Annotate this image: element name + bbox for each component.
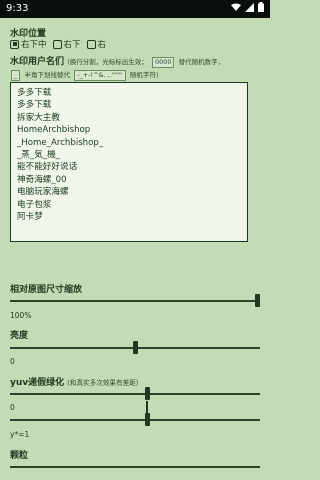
wifi-icon xyxy=(231,3,241,11)
slider-thumb[interactable] xyxy=(255,294,260,307)
watermark-names-hint-row: _ 半角下划线替代 -_+-!^&. ,."""' 随机字符) xyxy=(10,70,262,81)
battery-icon xyxy=(258,2,264,12)
scale-slider-value: 100% xyxy=(10,311,32,320)
status-bar: 9:33 xyxy=(0,0,270,18)
textarea-line: 多多下载 xyxy=(17,88,52,98)
radio-label: 右下中 xyxy=(21,40,47,50)
radio-label: 右 xyxy=(97,40,107,50)
slider-track xyxy=(10,393,260,395)
yuv-slider-note: (和真实多次效果有差距) xyxy=(67,379,139,387)
radio-right[interactable]: 右 xyxy=(86,38,107,50)
textarea-line: 拆家大主教 xyxy=(17,112,60,123)
slider-thumb[interactable] xyxy=(132,341,138,354)
yuv-slider[interactable] xyxy=(10,387,260,401)
textarea-line: _蒸_気_機_ xyxy=(17,150,60,161)
slider-track xyxy=(10,466,260,468)
textarea-line: 阿卡梦 xyxy=(17,212,43,223)
slider-thumb[interactable] xyxy=(144,387,150,400)
textarea-line: 电脑玩家海螺 xyxy=(17,187,69,198)
scale-slider[interactable] xyxy=(10,294,260,308)
hint-chip-digits: 0000 xyxy=(151,57,175,68)
watermark-names-textarea[interactable]: 多多下载 多多下载 拆家大主教 HomeArchbishop _Home_Arc… xyxy=(10,82,248,242)
gamma-slider[interactable] xyxy=(10,413,260,427)
radio-checked-icon[interactable] xyxy=(10,39,19,49)
status-icons xyxy=(231,2,264,12)
brightness-slider-value: 0 xyxy=(10,357,15,366)
hint-chip-chars: -_+-!^&. ,."""' xyxy=(74,70,126,81)
signal-icon xyxy=(245,2,254,12)
slider-track xyxy=(10,300,260,302)
watermark-names-hint: 替代随机数字， xyxy=(178,58,225,66)
radio-bottom-right-center[interactable]: 右下中 xyxy=(10,38,47,50)
status-time: 9:33 xyxy=(6,3,29,14)
brightness-slider-title: 亮度 xyxy=(10,331,29,341)
textarea-line: 电子包浆 xyxy=(17,199,52,210)
grain-slider[interactable] xyxy=(10,460,260,474)
watermark-names-header: 水印用户名们 (换行分割，光标标出生效； 0000 替代随机数字， xyxy=(10,56,262,68)
textarea-line: 多多下载 xyxy=(17,100,52,111)
gamma-slider-value: y*=1 xyxy=(10,430,30,439)
watermark-names-hint: 半角下划线替代 xyxy=(24,71,70,79)
slider-thumb[interactable] xyxy=(144,413,150,426)
radio-label: 右下 xyxy=(63,40,81,50)
slider-track xyxy=(10,419,260,421)
textarea-line: _Home_Archbishop_ xyxy=(17,137,104,148)
watermark-names-title: 水印用户名们 xyxy=(10,57,65,67)
watermark-names-hint: (换行分割，光标标出生效； xyxy=(67,58,148,66)
yuv-slider-value: 0 xyxy=(10,403,15,412)
radio-unchecked-icon[interactable] xyxy=(86,39,96,49)
hint-chip-underscore: _ xyxy=(11,70,21,81)
drag-handle-marker[interactable] xyxy=(145,401,149,413)
watermark-names-hint: 随机字符) xyxy=(129,71,159,79)
radio-unchecked-icon[interactable] xyxy=(52,39,62,49)
watermark-position-options: 右下中 右下 右 xyxy=(10,38,112,50)
radio-bottom-right[interactable]: 右下 xyxy=(52,38,81,50)
textarea-line: 能不能好好说话 xyxy=(17,162,78,173)
brightness-slider[interactable] xyxy=(10,341,260,355)
textarea-line: HomeArchbishop xyxy=(17,125,91,136)
textarea-line: 神奇海螺_00 xyxy=(17,174,67,185)
